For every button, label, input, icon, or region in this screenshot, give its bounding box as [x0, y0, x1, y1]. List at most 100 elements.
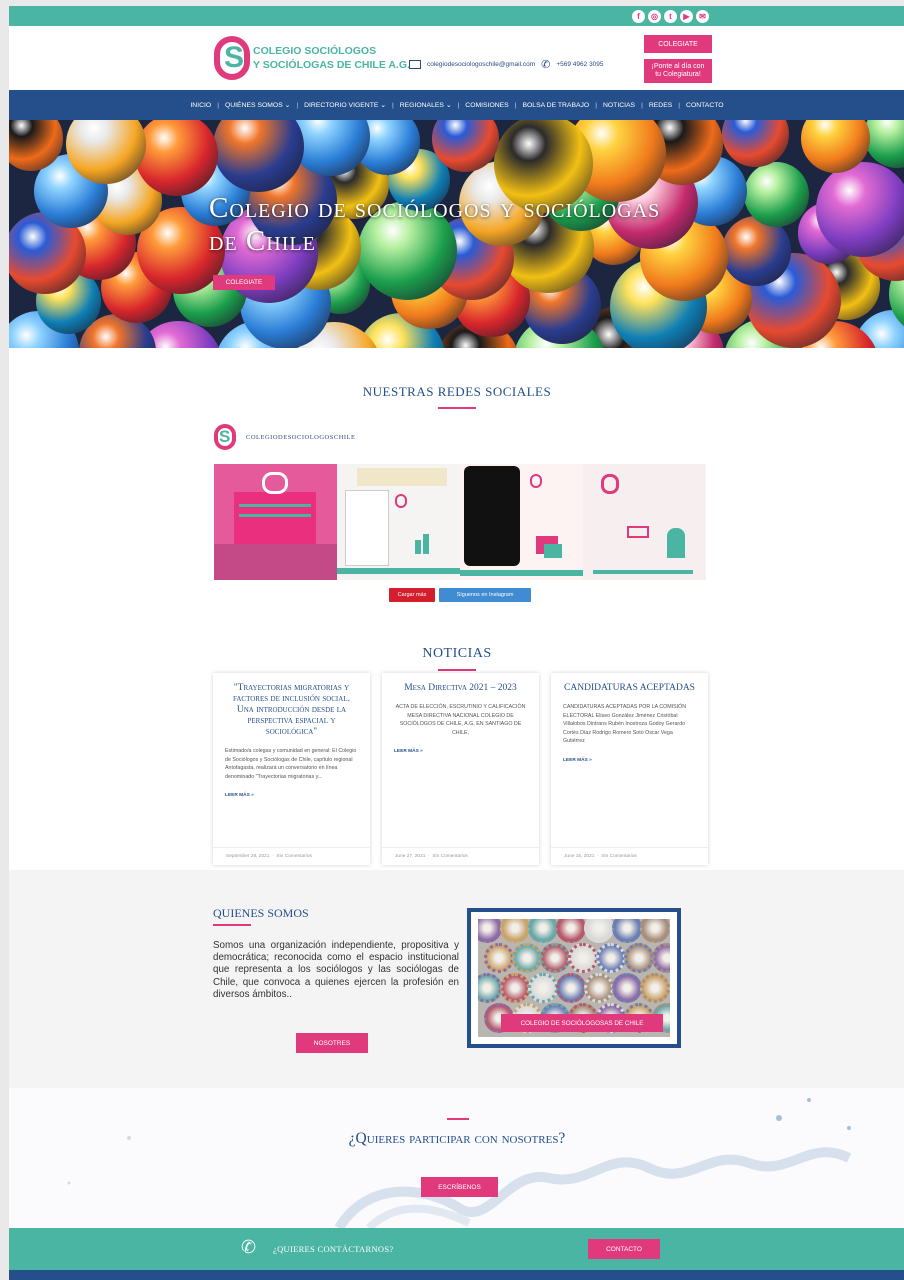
youtube-icon[interactable]: ▶	[680, 9, 693, 23]
pattern-circle	[512, 943, 542, 973]
instagram-post[interactable]	[460, 464, 583, 580]
footer-contact-text: ¿QUIERES CONTÁCTARNOS?	[273, 1244, 394, 1254]
nav-item[interactable]: COMISIONES	[465, 102, 508, 109]
read-more-link[interactable]: LEER MÁS »	[225, 793, 358, 798]
news-section-title: NOTICIAS	[422, 646, 492, 661]
facebook-icon[interactable]: f	[632, 9, 645, 23]
pattern-circle	[528, 919, 558, 943]
marble-decoration	[743, 161, 809, 228]
pattern-circle	[640, 919, 670, 943]
instagram-post[interactable]	[214, 464, 337, 580]
pattern-circle	[500, 973, 530, 1003]
pattern-circle	[624, 943, 654, 973]
news-cards: "Trayectorias migratorias y factores de …	[213, 673, 708, 865]
nav-item[interactable]: BOLSA DE TRABAJO	[522, 102, 589, 109]
nav-item[interactable]: REGIONALES ⌄	[400, 101, 452, 109]
logo-mark-icon: S	[214, 36, 250, 80]
news-card-title[interactable]: CANDIDATURAS ACEPTADAS	[563, 683, 696, 694]
hero-colegiate-button[interactable]: COLEGIATE	[213, 275, 275, 290]
pattern-circle	[568, 943, 598, 973]
join-background-art	[67, 1098, 852, 1228]
escribenos-button[interactable]: ESCRÍBENOS	[421, 1177, 498, 1197]
pattern-circle	[596, 943, 626, 973]
pattern-circle	[652, 943, 670, 973]
pattern-circle	[584, 973, 614, 1003]
news-card-comments: Sin Comentarios	[601, 854, 637, 859]
twitter-icon[interactable]: t	[664, 9, 677, 23]
instagram-post[interactable]	[337, 464, 460, 580]
pattern-circle	[556, 973, 586, 1003]
pattern-circle	[478, 973, 502, 1003]
instagram-icon[interactable]: ◎	[648, 9, 661, 23]
instagram-avatar[interactable]: S	[214, 424, 236, 450]
header-email[interactable]: colegiodesociologoschile@gmail.com	[427, 61, 535, 68]
nav-item[interactable]: DIRECTORIO VIGENTE ⌄	[304, 101, 386, 109]
nav-separator: |	[595, 101, 597, 109]
news-card-meta: September 28, 2021 · Sin Comentarios	[213, 847, 370, 865]
instagram-post[interactable]	[583, 464, 706, 580]
news-card-date: September 28, 2021	[226, 854, 270, 859]
join-title-underline	[447, 1118, 469, 1120]
read-more-link[interactable]: LEER MÁS »	[563, 758, 696, 763]
bottom-bar	[9, 1270, 904, 1280]
colegiate-button[interactable]: COLEGIATE	[644, 35, 712, 53]
instagram-account[interactable]: COLEGIODESOCIOLOGOSCHILE	[246, 434, 356, 441]
news-card-excerpt: CANDIDATURAS ACEPTADAS POR LA COMISIÓN E…	[563, 704, 687, 744]
social-section-title: NUESTRAS REDES SOCIALES	[362, 384, 552, 399]
news-card[interactable]: CANDIDATURAS ACEPTADAS CANDIDATURAS ACEP…	[551, 673, 708, 865]
pattern-circle	[484, 943, 514, 973]
header-phone[interactable]: +569 4962 3095	[556, 61, 603, 68]
nav-item[interactable]: CONTACTO	[686, 102, 724, 109]
site-logo[interactable]: S COLEGIO SOCIÓLOGOS Y SOCIÓLOGAS DE CHI…	[214, 36, 410, 80]
pattern-circle	[584, 919, 614, 943]
nav-item[interactable]: NOTICIAS	[603, 102, 635, 109]
nav-separator: |	[217, 101, 219, 109]
news-card[interactable]: "Trayectorias migratorias y factores de …	[213, 673, 370, 865]
news-card[interactable]: Mesa Directiva 2021 – 2023 ACTA DE ELECC…	[382, 673, 539, 865]
contacto-button[interactable]: CONTACTO	[588, 1239, 660, 1259]
page: f ◎ t ▶ ✉ S COLEGIO SOCIÓLOGOS Y SOCIÓLOGAS …	[9, 6, 904, 1280]
news-card-title[interactable]: Mesa Directiva 2021 – 2023	[394, 683, 527, 694]
logo-line-1: COLEGIO SOCIÓLOGOS	[253, 45, 377, 57]
news-card-title[interactable]: "Trayectorias migratorias y factores de …	[225, 683, 358, 738]
phone-icon: ✆	[541, 59, 551, 71]
follow-instagram-button[interactable]: Síguenos en Instagram	[439, 588, 531, 602]
about-image-frame: COLEGIO DE SOCIÓLOGOSAS DE CHILE	[467, 908, 681, 1048]
marble-decoration	[863, 120, 904, 168]
news-card-meta: June 27, 2021 · Sin Comentarios	[382, 847, 539, 865]
join-title: ¿Quieres participar con nosotres?	[348, 1130, 566, 1147]
join-section: ¿Quieres participar con nosotres? ESCRÍB…	[9, 1088, 904, 1228]
about-section: QUIENES SOMOS Somos una organización ind…	[9, 870, 904, 1088]
news-card-meta: June 15, 2021 · Sin Comentarios	[551, 847, 708, 865]
main-nav: INICIO | QUIÉNES SOMOS ⌄ | DIRECTORIO VIGENT…	[9, 90, 904, 120]
contact-footer: ✆ ¿QUIERES CONTÁCTARNOS? CONTACTO	[9, 1228, 904, 1270]
pattern-circle	[556, 919, 586, 943]
nav-separator: |	[296, 101, 299, 109]
instagram-feed: S COLEGIODESOCIOLOGOSCHILE Cargar más Sí…	[214, 424, 706, 602]
ponte-al-dia-button[interactable]: ¡Ponte al día con tu Colegiatura!	[644, 59, 712, 83]
header-contact: colegiodesociologoschile@gmail.com ✆ +56…	[409, 58, 604, 71]
nosotres-button[interactable]: NOSOTRES	[296, 1033, 368, 1053]
marble-decoration	[722, 120, 790, 168]
pattern-circle	[500, 919, 530, 943]
pattern-circle	[528, 973, 558, 1003]
instagram-grid	[214, 464, 706, 580]
load-more-button[interactable]: Cargar más	[389, 588, 435, 602]
marble-decoration	[722, 216, 792, 286]
email-icon[interactable]: ✉	[696, 9, 709, 23]
nav-item[interactable]: QUIÉNES SOMOS ⌄	[225, 101, 290, 109]
news-card-date: June 15, 2021	[564, 854, 595, 859]
about-text: Somos una organización independiente, pr…	[213, 940, 459, 1000]
about-title-underline	[213, 924, 251, 926]
hero-banner: Colegio de sociólogos y sociólogas de Ch…	[9, 120, 904, 348]
hero-title: Colegio de sociólogos y sociólogas de Ch…	[209, 192, 661, 257]
nav-item[interactable]: INICIO	[190, 102, 211, 109]
about-image-caption[interactable]: COLEGIO DE SOCIÓLOGOSAS DE CHILE	[501, 1014, 663, 1032]
nav-item[interactable]: REDES	[649, 102, 672, 109]
news-card-excerpt: Estimado/a colegas y comunidad en genera…	[225, 748, 357, 780]
top-bar: f ◎ t ▶ ✉	[9, 6, 904, 26]
pattern-circle	[612, 973, 642, 1003]
news-card-comments: Sin Comentarios	[276, 854, 312, 859]
read-more-link[interactable]: LEER MÁS »	[394, 749, 527, 754]
social-section-header: NUESTRAS REDES SOCIALES	[9, 384, 904, 409]
